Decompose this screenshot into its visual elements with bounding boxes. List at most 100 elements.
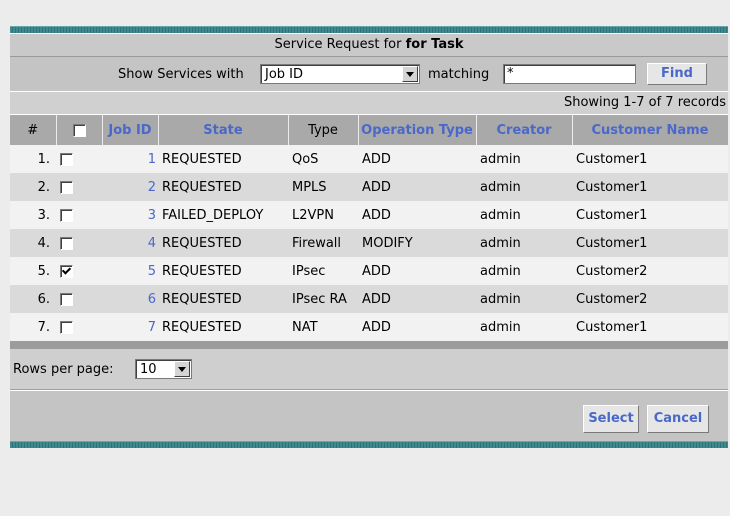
- row-number: 3.: [10, 201, 56, 229]
- col-header-customer-name[interactable]: Customer Name: [572, 115, 729, 145]
- row-creator: admin: [476, 285, 572, 313]
- col-header-type: Type: [288, 115, 359, 145]
- row-checkbox[interactable]: [60, 292, 73, 306]
- row-creator: admin: [476, 257, 572, 285]
- row-checkbox[interactable]: [60, 236, 73, 250]
- rows-per-page-value: 10: [140, 362, 157, 377]
- row-customer-name: Customer2: [572, 285, 728, 313]
- row-job-id-link[interactable]: 4: [102, 229, 158, 257]
- field-select[interactable]: Job ID: [260, 64, 420, 84]
- action-row: Select Cancel: [10, 390, 728, 441]
- row-operation-type: ADD: [358, 285, 476, 313]
- row-type: IPsec: [288, 257, 358, 285]
- row-type: Firewall: [288, 229, 358, 257]
- row-operation-type: ADD: [358, 313, 476, 341]
- panel-title: Service Request for for Task: [10, 33, 728, 57]
- row-checkbox-cell[interactable]: [56, 285, 102, 313]
- pagination-row: Rows per page: 10: [10, 349, 728, 390]
- row-operation-type: ADD: [358, 257, 476, 285]
- row-operation-type: ADD: [358, 173, 476, 201]
- chevron-down-icon[interactable]: [402, 66, 418, 82]
- row-type: IPsec RA: [288, 285, 358, 313]
- records-count: Showing 1-7 of 7 records: [10, 92, 728, 115]
- row-customer-name: Customer1: [572, 313, 728, 341]
- row-type: QoS: [288, 145, 358, 173]
- row-state: REQUESTED: [158, 313, 288, 341]
- title-prefix: Service Request for: [274, 37, 402, 52]
- row-job-id-link[interactable]: 1: [102, 145, 158, 173]
- row-job-id-link[interactable]: 5: [102, 257, 158, 285]
- table-row[interactable]: 3. 3 FAILED_DEPLOY L2VPN ADD admin Customer1: [10, 201, 728, 229]
- select-all-checkbox[interactable]: [72, 123, 86, 137]
- row-customer-name: Customer1: [572, 201, 728, 229]
- rows-per-page-select[interactable]: 10: [135, 359, 192, 379]
- row-customer-name: Customer1: [572, 173, 728, 201]
- row-creator: admin: [476, 145, 572, 173]
- field-select-value: Job ID: [265, 67, 304, 82]
- top-teal-bar: [10, 26, 728, 33]
- matching-input[interactable]: *: [503, 64, 636, 84]
- chevron-down-icon[interactable]: [174, 361, 190, 377]
- row-state: REQUESTED: [158, 257, 288, 285]
- col-header-state[interactable]: State: [158, 115, 289, 145]
- matching-label: matching: [428, 67, 490, 82]
- cancel-button[interactable]: Cancel: [647, 405, 709, 433]
- row-type: NAT: [288, 313, 358, 341]
- col-header-creator[interactable]: Creator: [476, 115, 573, 145]
- row-number: 2.: [10, 173, 56, 201]
- row-state: FAILED_DEPLOY: [158, 201, 288, 229]
- row-creator: admin: [476, 173, 572, 201]
- row-customer-name: Customer1: [572, 145, 728, 173]
- table-header-row: # Job ID State Type Operation Type Creat…: [10, 115, 729, 145]
- col-header-select-all[interactable]: [56, 115, 103, 145]
- row-creator: admin: [476, 201, 572, 229]
- select-button[interactable]: Select: [583, 405, 639, 433]
- table-row[interactable]: 2. 2 REQUESTED MPLS ADD admin Customer1: [10, 173, 728, 201]
- row-customer-name: Customer1: [572, 229, 728, 257]
- row-operation-type: ADD: [358, 145, 476, 173]
- row-creator: admin: [476, 313, 572, 341]
- table-row[interactable]: 4. 4 REQUESTED Firewall MODIFY admin Customer1: [10, 229, 728, 257]
- table-row[interactable]: 5. 5 REQUESTED IPsec ADD admin Customer2: [10, 257, 728, 285]
- row-number: 6.: [10, 285, 56, 313]
- show-services-label: Show Services with: [118, 67, 244, 82]
- table-row[interactable]: 1. 1 REQUESTED QoS ADD admin Customer1: [10, 145, 728, 173]
- row-number: 1.: [10, 145, 56, 173]
- row-checkbox[interactable]: [60, 264, 73, 278]
- table-row[interactable]: 7. 7 REQUESTED NAT ADD admin Customer1: [10, 313, 728, 341]
- row-job-id-link[interactable]: 2: [102, 173, 158, 201]
- row-checkbox-cell[interactable]: [56, 173, 102, 201]
- find-button[interactable]: Find: [647, 63, 707, 85]
- row-state: REQUESTED: [158, 173, 288, 201]
- row-checkbox[interactable]: [60, 180, 73, 194]
- title-bold: for Task: [405, 37, 464, 52]
- col-header-operation-type[interactable]: Operation Type: [358, 115, 477, 145]
- filter-row: Show Services with Job ID matching * Fin…: [10, 57, 728, 92]
- table-row[interactable]: 6. 6 REQUESTED IPsec RA ADD admin Customer2: [10, 285, 728, 313]
- row-number: 7.: [10, 313, 56, 341]
- row-checkbox-cell[interactable]: [56, 257, 102, 285]
- row-operation-type: MODIFY: [358, 229, 476, 257]
- row-checkbox-cell[interactable]: [56, 201, 102, 229]
- row-checkbox[interactable]: [60, 320, 73, 334]
- col-header-job-id[interactable]: Job ID: [102, 115, 159, 145]
- row-operation-type: ADD: [358, 201, 476, 229]
- row-number: 4.: [10, 229, 56, 257]
- row-checkbox-cell[interactable]: [56, 145, 102, 173]
- service-request-panel: Service Request for for Task Show Servic…: [10, 26, 729, 448]
- row-state: REQUESTED: [158, 229, 288, 257]
- row-job-id-link[interactable]: 7: [102, 313, 158, 341]
- row-creator: admin: [476, 229, 572, 257]
- row-job-id-link[interactable]: 6: [102, 285, 158, 313]
- row-checkbox-cell[interactable]: [56, 229, 102, 257]
- bottom-teal-bar: [10, 441, 728, 448]
- row-state: REQUESTED: [158, 285, 288, 313]
- row-checkbox[interactable]: [60, 208, 73, 222]
- service-table: # Job ID State Type Operation Type Creat…: [10, 115, 729, 341]
- row-checkbox[interactable]: [60, 152, 73, 166]
- row-number: 5.: [10, 257, 56, 285]
- table-footer-separator: [10, 341, 728, 349]
- row-job-id-link[interactable]: 3: [102, 201, 158, 229]
- row-state: REQUESTED: [158, 145, 288, 173]
- row-checkbox-cell[interactable]: [56, 313, 102, 341]
